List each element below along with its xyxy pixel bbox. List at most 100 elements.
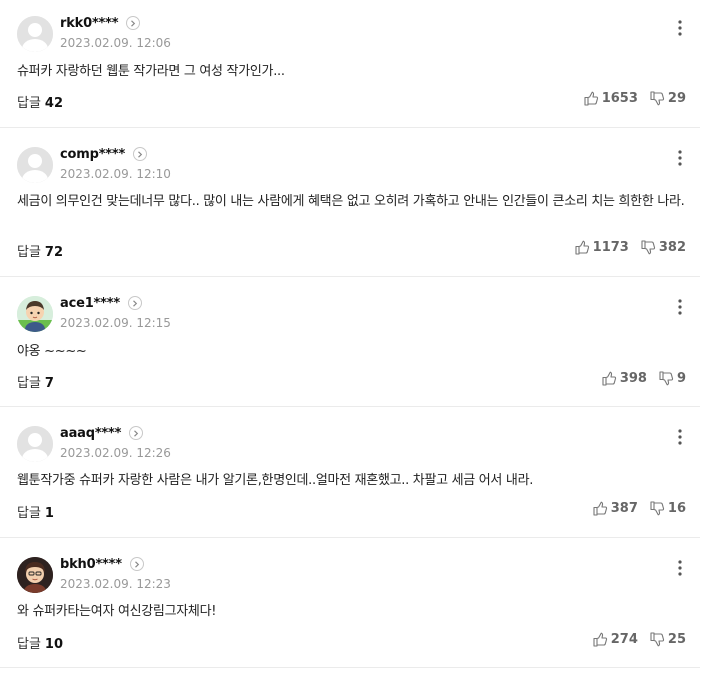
thumbs-up-icon — [593, 501, 607, 516]
like-count: 387 — [610, 501, 638, 516]
vote-group: 387 16 — [593, 501, 686, 516]
thumbs-down-icon — [659, 371, 674, 386]
thumbs-down-icon — [650, 91, 664, 106]
reply-count: 1 — [44, 506, 54, 521]
character-avatar-icon — [17, 557, 53, 593]
comment-date: 2023.02.09. 12:06 — [60, 36, 171, 50]
reply-label: 답글 — [17, 96, 41, 111]
profile-arrow-button[interactable] — [127, 296, 142, 310]
dislike-button[interactable]: 25 — [650, 632, 686, 647]
comment-date: 2023.02.09. 12:15 — [60, 316, 171, 330]
dislike-count: 25 — [667, 632, 686, 647]
more-options-button[interactable] — [670, 297, 690, 317]
dislike-count: 29 — [667, 91, 686, 106]
reply-button[interactable]: 답글 10 — [17, 633, 63, 652]
default-avatar-icon — [17, 147, 53, 183]
reply-count: 7 — [44, 376, 54, 391]
reply-label: 답글 — [17, 376, 41, 391]
profile-arrow-button[interactable] — [129, 557, 144, 571]
dislike-count: 382 — [658, 240, 686, 255]
like-button[interactable]: 1653 — [584, 91, 638, 106]
comment-date: 2023.02.09. 12:26 — [60, 446, 171, 460]
vote-group: 1653 29 — [584, 91, 686, 106]
kebab-menu-icon — [678, 429, 682, 445]
dislike-button[interactable]: 382 — [641, 240, 686, 255]
thumbs-up-icon — [602, 371, 616, 386]
dislike-button[interactable]: 16 — [650, 501, 686, 516]
kebab-menu-icon — [678, 560, 682, 576]
avatar[interactable] — [17, 426, 53, 462]
like-button[interactable]: 274 — [593, 632, 638, 647]
nickname[interactable]: ace1**** — [60, 296, 120, 311]
chevron-right-icon — [134, 560, 140, 568]
nickname[interactable]: aaaq**** — [60, 426, 121, 441]
vote-group: 398 9 — [602, 371, 686, 386]
thumbs-up-icon — [584, 91, 598, 106]
nickname[interactable]: bkh0**** — [60, 557, 122, 572]
kebab-menu-icon — [678, 299, 682, 315]
reply-button[interactable]: 답글 72 — [17, 241, 63, 260]
dislike-count: 16 — [667, 501, 686, 516]
comment-item: rkk0**** 2023.02.09. 12:06 슈퍼카 자랑하던 웹툰 작… — [0, 0, 700, 128]
reply-label: 답글 — [17, 637, 41, 652]
comment-item: bkh0**** 2023.02.09. 12:23 와 슈퍼카타는여자 여신강… — [0, 538, 700, 668]
comment-item: ace1**** 2023.02.09. 12:15 야옹 ~~~~ 답글 7 3… — [0, 277, 700, 407]
more-options-button[interactable] — [670, 148, 690, 168]
more-options-button[interactable] — [670, 558, 690, 578]
comment-text: 웹툰작가중 슈퍼카 자랑한 사람은 내가 알기론,한명인데..얼마전 재혼했고.… — [17, 473, 534, 488]
reply-count: 42 — [44, 96, 64, 111]
comment-list: rkk0**** 2023.02.09. 12:06 슈퍼카 자랑하던 웹툰 작… — [0, 0, 700, 668]
kebab-menu-icon — [678, 20, 682, 36]
comment-text: 야옹 ~~~~ — [17, 344, 87, 359]
like-button[interactable]: 387 — [593, 501, 638, 516]
like-count: 274 — [610, 632, 638, 647]
reply-button[interactable]: 답글 7 — [17, 372, 54, 391]
default-avatar-icon — [17, 16, 53, 52]
chevron-right-icon — [131, 19, 136, 27]
more-options-button[interactable] — [670, 427, 690, 447]
comment-text: 슈퍼카 자랑하던 웹툰 작가라면 그 여성 작가인가... — [17, 64, 285, 79]
nickname[interactable]: rkk0**** — [60, 16, 119, 31]
profile-arrow-button[interactable] — [133, 147, 148, 161]
reply-count: 72 — [44, 245, 64, 260]
like-count: 1173 — [592, 240, 629, 255]
like-count: 1653 — [601, 91, 638, 106]
default-avatar-icon — [17, 426, 53, 462]
comment-date: 2023.02.09. 12:23 — [60, 577, 171, 591]
reply-count: 10 — [44, 637, 64, 652]
profile-arrow-button[interactable] — [126, 16, 141, 30]
dislike-count: 9 — [676, 371, 686, 386]
avatar[interactable] — [17, 557, 53, 593]
avatar[interactable] — [17, 147, 53, 183]
like-button[interactable]: 398 — [602, 371, 647, 386]
reply-button[interactable]: 답글 42 — [17, 92, 63, 111]
thumbs-down-icon — [641, 240, 655, 255]
dislike-button[interactable]: 9 — [659, 371, 686, 386]
more-options-button[interactable] — [670, 18, 690, 38]
thumbs-up-icon — [593, 632, 607, 647]
avatar[interactable] — [17, 296, 53, 332]
like-count: 398 — [619, 371, 647, 386]
vote-group: 274 25 — [593, 632, 686, 647]
comment-text: 세금이 의무인건 맞는데너무 많다.. 많이 내는 사람에게 혜택은 없고 오히… — [17, 194, 685, 209]
comment-date: 2023.02.09. 12:10 — [60, 167, 171, 181]
dislike-button[interactable]: 29 — [650, 91, 686, 106]
kebab-menu-icon — [678, 150, 682, 166]
vote-group: 1173 382 — [575, 240, 686, 255]
like-button[interactable]: 1173 — [575, 240, 629, 255]
reply-label: 답글 — [17, 245, 41, 260]
chevron-right-icon — [133, 299, 138, 307]
nickname[interactable]: comp**** — [60, 147, 125, 162]
comment-item: aaaq**** 2023.02.09. 12:26 웹툰작가중 슈퍼카 자랑한… — [0, 407, 700, 538]
reply-button[interactable]: 답글 1 — [17, 502, 54, 521]
avatar[interactable] — [17, 16, 53, 52]
character-avatar-icon — [17, 296, 53, 332]
thumbs-down-icon — [650, 501, 664, 516]
profile-arrow-button[interactable] — [129, 426, 144, 440]
thumbs-up-icon — [575, 240, 589, 255]
reply-label: 답글 — [17, 506, 41, 521]
chevron-right-icon — [134, 429, 139, 437]
comment-text: 와 슈퍼카타는여자 여신강림그자체다! — [17, 604, 217, 619]
chevron-right-icon — [138, 150, 143, 158]
thumbs-down-icon — [650, 632, 664, 647]
